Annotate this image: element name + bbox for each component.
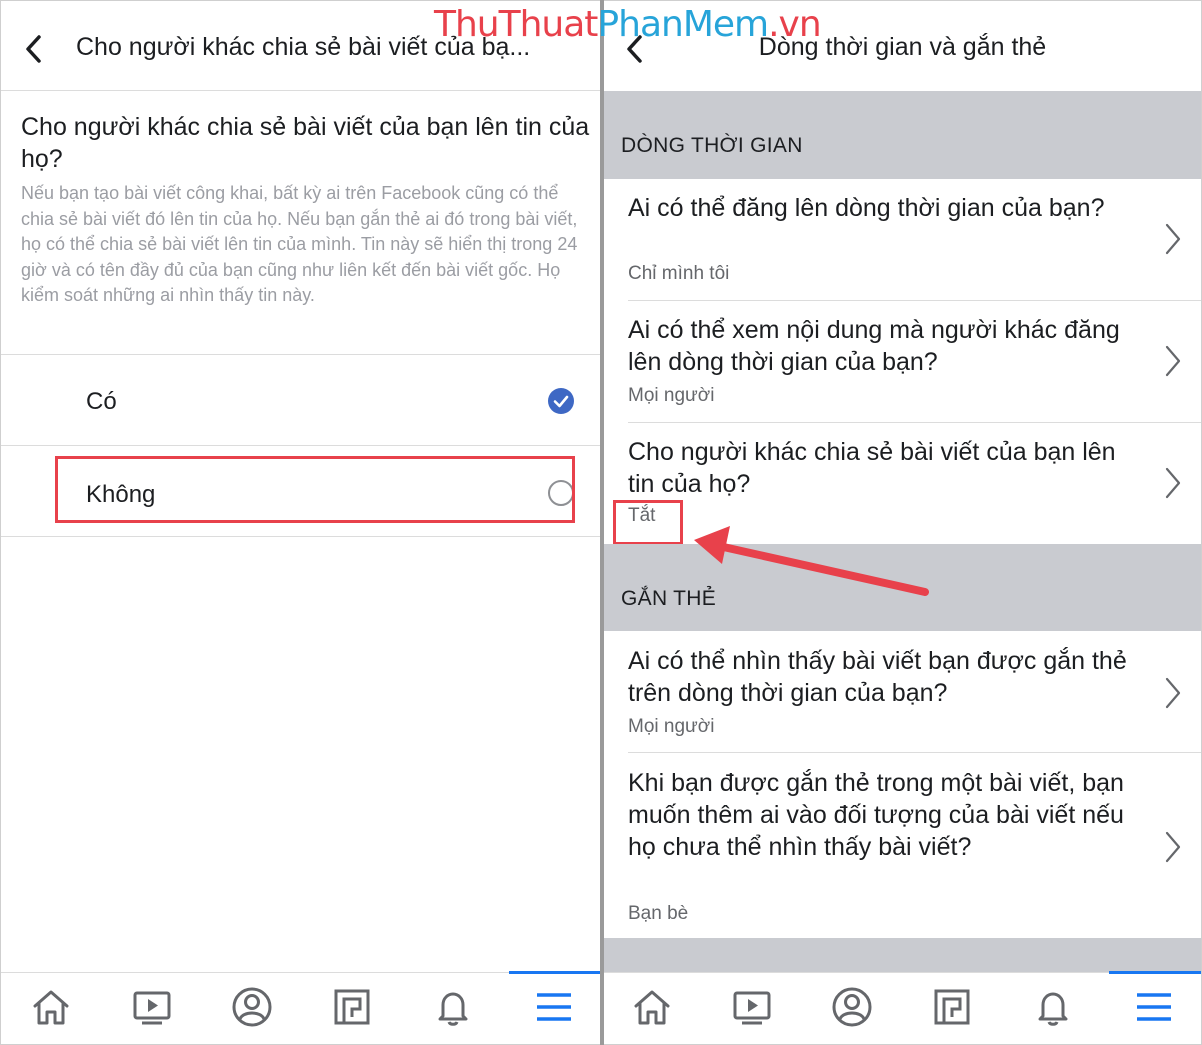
annotation-highlight-box: [613, 500, 683, 545]
setting-value: Mọi người: [628, 716, 715, 737]
chevron-right-icon: [1165, 831, 1181, 863]
setting-description: Nếu bạn tạo bài viết công khai, bất kỳ a…: [21, 183, 578, 306]
chevron-right-icon: [1165, 223, 1181, 255]
option-label: Có: [86, 388, 117, 415]
setting-question: Khi bạn được gắn thẻ trong một bài viết,…: [628, 769, 1124, 861]
section-header-timeline: DÒNG THỜI GIAN: [604, 91, 1201, 179]
share-setting-screen: Cho người khác chia sẻ bài viết của bạ..…: [1, 1, 600, 1044]
setting-question: Ai có thể xem nội dung mà người khác đăn…: [628, 316, 1120, 376]
chevron-right-icon: [1165, 467, 1181, 499]
home-icon[interactable]: [29, 985, 73, 1029]
watermark-part: ThuThuat: [434, 4, 598, 45]
divider: [1, 536, 600, 537]
menu-icon[interactable]: [1132, 985, 1176, 1029]
section-spacer: [604, 938, 1201, 973]
pages-icon[interactable]: [930, 985, 974, 1029]
watermark-part: .vn: [768, 4, 822, 45]
setting-value: Mọi người: [628, 385, 715, 406]
chevron-right-icon: [1165, 345, 1181, 377]
setting-question: Ai có thể đăng lên dòng thời gian của bạ…: [628, 194, 1105, 222]
setting-question: Ai có thể nhìn thấy bài viết bạn được gắ…: [628, 647, 1127, 707]
setting-question: Cho người khác chia sẻ bài viết của bạn …: [628, 438, 1116, 498]
pages-icon[interactable]: [330, 985, 374, 1029]
section-heading: DÒNG THỜI GIAN: [621, 134, 803, 157]
back-arrow-icon[interactable]: [23, 34, 45, 64]
chevron-right-icon: [1165, 677, 1181, 709]
setting-row-view-others-posts[interactable]: Ai có thể xem nội dung mà người khác đăn…: [604, 301, 1201, 422]
home-icon[interactable]: [630, 985, 674, 1029]
watch-icon[interactable]: [130, 985, 174, 1029]
profile-icon[interactable]: [230, 985, 274, 1029]
bottom-nav: [1, 971, 600, 1044]
active-tab-indicator: [509, 971, 600, 974]
option-yes[interactable]: Có: [1, 355, 600, 445]
menu-icon[interactable]: [532, 985, 576, 1029]
notifications-icon[interactable]: [431, 985, 475, 1029]
bottom-nav: [604, 971, 1201, 1044]
setting-row-tagged-posts-visibility[interactable]: Ai có thể nhìn thấy bài viết bạn được gắ…: [604, 631, 1201, 752]
setting-question: Cho người khác chia sẻ bài viết của bạn …: [21, 113, 590, 173]
watch-icon[interactable]: [730, 985, 774, 1029]
annotation-highlight-box: [55, 456, 575, 523]
setting-value: Bạn bè: [628, 903, 689, 924]
setting-value: Chỉ mình tôi: [628, 263, 730, 284]
profile-icon[interactable]: [830, 985, 874, 1029]
watermark-logo: ThuThuatPhanMem.vn: [434, 4, 822, 45]
active-tab-indicator: [1109, 971, 1201, 974]
checkmark-selected-icon[interactable]: [548, 388, 574, 414]
setting-row-post-on-timeline[interactable]: Ai có thể đăng lên dòng thời gian của bạ…: [604, 179, 1201, 300]
setting-row-tag-audience[interactable]: Khi bạn được gắn thẻ trong một bài viết,…: [604, 753, 1201, 938]
notifications-icon[interactable]: [1031, 985, 1075, 1029]
annotation-arrow-icon: [694, 526, 929, 596]
watermark-part: PhanMem: [597, 4, 769, 45]
